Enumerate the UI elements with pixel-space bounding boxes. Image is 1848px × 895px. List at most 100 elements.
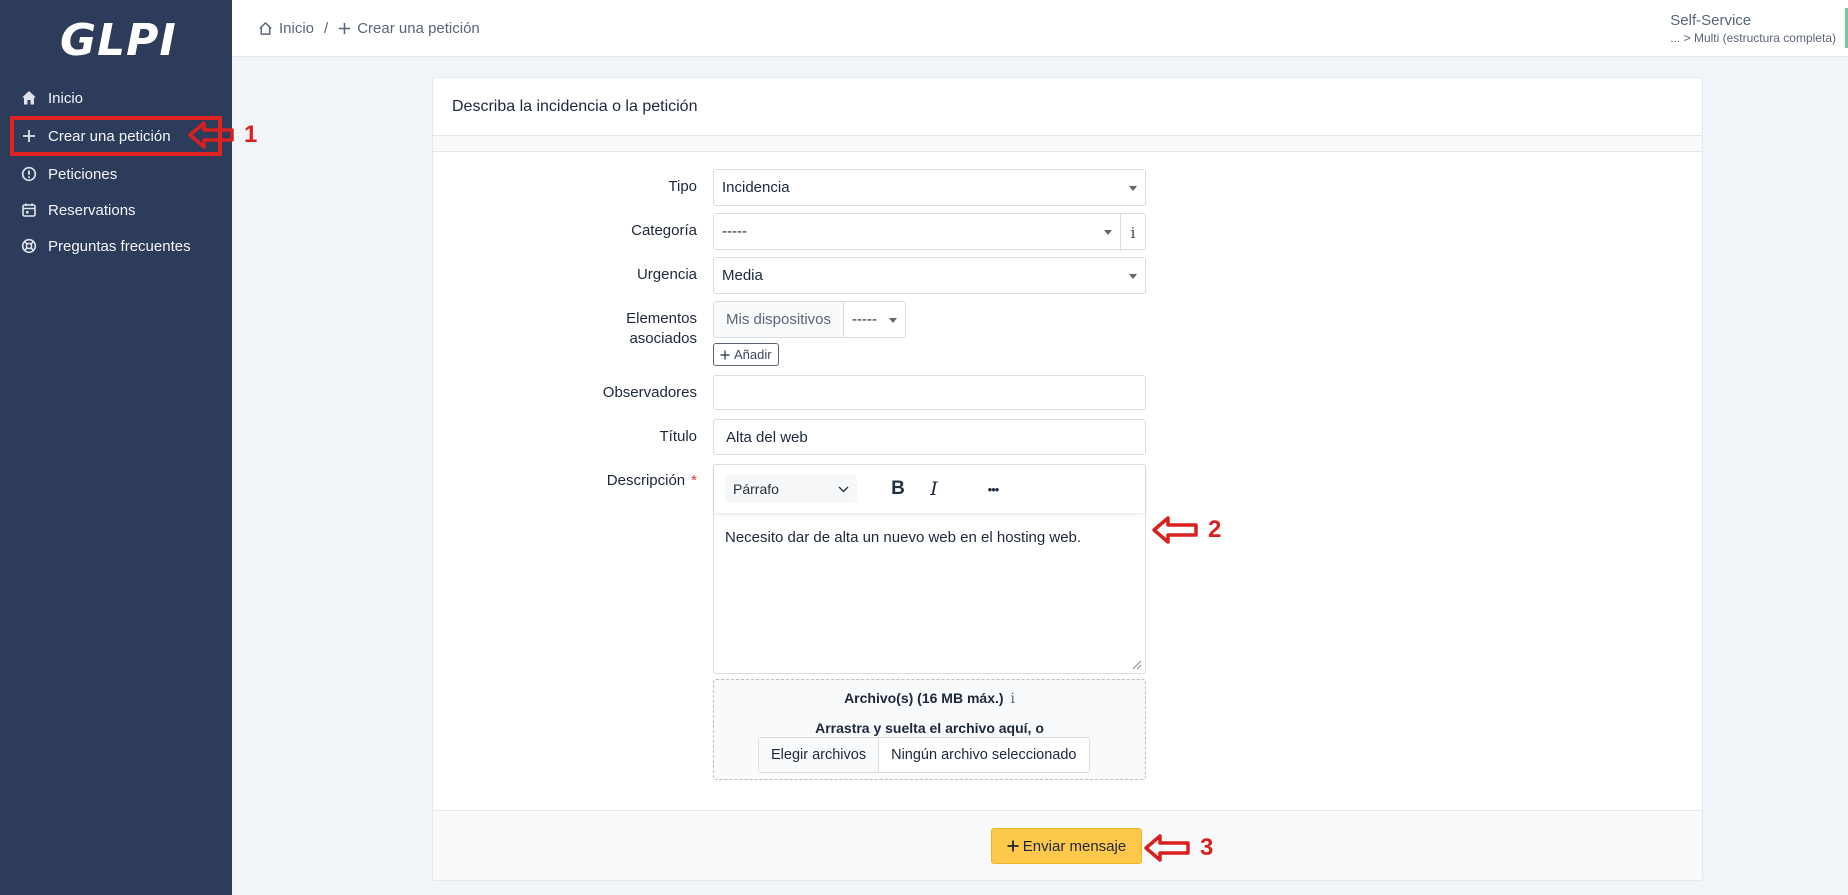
home-outline-icon — [258, 21, 273, 36]
more-button[interactable]: ••• — [976, 472, 1010, 506]
breadcrumb-home-label: Inicio — [279, 19, 315, 37]
urgencia-select[interactable]: Media — [713, 257, 1146, 294]
paragraph-format-select[interactable]: Párrafo — [725, 475, 857, 503]
card-footer: Enviar mensaje — [433, 810, 1702, 880]
file-status: Ningún archivo seleccionado — [891, 747, 1077, 763]
observadores-label: Observadores — [602, 384, 697, 401]
glpi-logo[interactable]: GLPI — [60, 15, 177, 66]
plus-icon — [338, 22, 351, 35]
elementos-label-line1: Elementos — [626, 310, 697, 327]
categoria-value: ----- — [722, 223, 747, 240]
caret-down-icon — [1129, 186, 1137, 191]
breadcrumb: Inicio / Crear una petición — [258, 20, 480, 37]
plus-icon — [720, 350, 730, 359]
sidebar-item-label: Inicio — [48, 89, 84, 107]
field-row-descripcion: Descripción * Párrafo B I ••• Necesito da… — [433, 464, 1702, 674]
annotation-1: 1 — [188, 120, 257, 150]
arrow-left-icon — [188, 121, 234, 149]
sidebar-item-label: Peticiones — [48, 165, 118, 183]
tipo-label: Tipo — [668, 178, 697, 195]
calendar-icon — [20, 201, 38, 219]
categoria-label: Categoría — [631, 222, 697, 239]
sidebar-nav: Inicio Crear una petición Peticiones Res… — [0, 80, 232, 264]
bold-button[interactable]: B — [881, 472, 915, 506]
format-value: Párrafo — [733, 481, 779, 497]
italic-button[interactable]: I — [917, 472, 951, 506]
field-row-urgencia: Urgencia Media — [433, 257, 1702, 294]
arrow-left-icon — [1144, 834, 1190, 862]
observadores-input[interactable] — [713, 375, 1146, 410]
file-input[interactable]: Elegir archivos Ningún archivo seleccion… — [758, 737, 1090, 773]
arrow-left-icon — [1152, 516, 1198, 544]
anadir-button[interactable]: Añadir — [713, 343, 779, 366]
enviar-mensaje-button[interactable]: Enviar mensaje — [991, 828, 1142, 864]
file-dropzone[interactable]: Archivo(s) (16 MB máx.) i Arrastra y sue… — [713, 679, 1146, 780]
add-item-wrapper: Añadir — [713, 343, 779, 366]
caret-down-icon — [889, 318, 898, 323]
titulo-value: Alta del web — [726, 428, 808, 446]
field-row-categoria: Categoría ----- i — [433, 213, 1702, 251]
breadcrumb-separator: / — [324, 19, 329, 37]
elementos-select[interactable]: ----- — [844, 301, 907, 338]
elementos-control: Mis dispositivos ----- — [713, 301, 907, 338]
elementos-label-line2: asociados — [629, 330, 697, 347]
dropzone-drag-text: Arrastra y suelta el archivo aquí, o — [815, 720, 1044, 736]
annotation-3-label: 3 — [1200, 834, 1214, 861]
sidebar-item-label: Preguntas frecuentes — [48, 237, 191, 255]
card-title: Describa la incidencia o la petición — [452, 97, 698, 115]
resize-handle-icon[interactable] — [1132, 660, 1142, 670]
descripcion-label-text: Descripción — [606, 472, 686, 489]
tipo-select[interactable]: Incidencia — [713, 169, 1146, 206]
annotation-2-label: 2 — [1208, 516, 1222, 543]
topbar: Inicio / Crear una petición Self-Service… — [232, 0, 1848, 57]
elementos-value: ----- — [852, 311, 878, 328]
ticket-form-card: Describa la incidencia o la petición Tip… — [432, 77, 1703, 881]
sidebar-item-inicio[interactable]: Inicio — [0, 80, 232, 116]
lifebuoy-icon — [20, 237, 38, 255]
categoria-select[interactable]: ----- i — [713, 213, 1146, 251]
breadcrumb-current[interactable]: Crear una petición — [338, 20, 480, 37]
info-icon[interactable]: i — [1010, 691, 1014, 707]
editor-toolbar: Párrafo B I ••• — [714, 465, 1145, 513]
user-menu[interactable]: Self-Service ... > Multi (estructura com… — [1670, 12, 1836, 45]
sidebar-item-peticiones[interactable]: Peticiones — [0, 156, 232, 192]
field-row-tipo: Tipo Incidencia — [433, 169, 1702, 206]
plus-icon — [1007, 840, 1019, 852]
mis-dispositivos-button[interactable]: Mis dispositivos — [713, 301, 845, 338]
card-subheader — [433, 136, 1702, 152]
plus-icon — [20, 127, 38, 145]
breadcrumb-current-label: Crear una petición — [357, 19, 480, 37]
tipo-value: Incidencia — [722, 179, 790, 196]
anadir-label: Añadir — [734, 347, 772, 362]
annotation-1-label: 1 — [244, 121, 258, 148]
breadcrumb-home[interactable]: Inicio — [258, 20, 314, 37]
sidebar-item-preguntas-frecuentes[interactable]: Preguntas frecuentes — [0, 228, 232, 264]
titulo-label: Título — [659, 428, 697, 445]
card-header: Describa la incidencia o la petición — [433, 78, 1702, 136]
required-mark: * — [691, 472, 697, 489]
sidebar-item-label: Crear una petición — [48, 127, 171, 145]
user-entity: ... > Multi (estructura completa) — [1670, 31, 1836, 45]
sidebar-item-reservations[interactable]: Reservations — [0, 192, 232, 228]
elementos-label: Elementos asociados — [433, 309, 697, 349]
info-icon[interactable]: i — [1120, 214, 1145, 251]
dropzone-title: Archivo(s) (16 MB máx.) i — [714, 690, 1145, 707]
submit-label: Enviar mensaje — [1022, 837, 1127, 855]
choose-files-button[interactable]: Elegir archivos — [759, 738, 880, 772]
chevron-down-icon — [838, 486, 849, 493]
urgencia-value: Media — [722, 267, 763, 284]
user-profile: Self-Service — [1670, 12, 1752, 29]
editor-content[interactable]: Necesito dar de alta un nuevo web en el … — [714, 513, 1145, 562]
field-row-archivos: Archivo(s) (16 MB máx.) i Arrastra y sue… — [433, 679, 1702, 780]
sidebar-item-label: Reservations — [48, 201, 136, 219]
annotation-3: 3 — [1144, 833, 1213, 863]
alert-circle-icon — [20, 165, 38, 183]
descripcion-editor[interactable]: Párrafo B I ••• Necesito dar de alta un … — [713, 464, 1146, 674]
field-row-titulo: Título Alta del web — [433, 419, 1702, 455]
caret-down-icon — [1129, 274, 1137, 279]
home-icon — [20, 89, 38, 107]
descripcion-label: Descripción * — [433, 472, 697, 489]
urgencia-label: Urgencia — [636, 266, 697, 283]
titulo-input[interactable]: Alta del web — [713, 419, 1146, 455]
field-row-observadores: Observadores — [433, 375, 1702, 410]
